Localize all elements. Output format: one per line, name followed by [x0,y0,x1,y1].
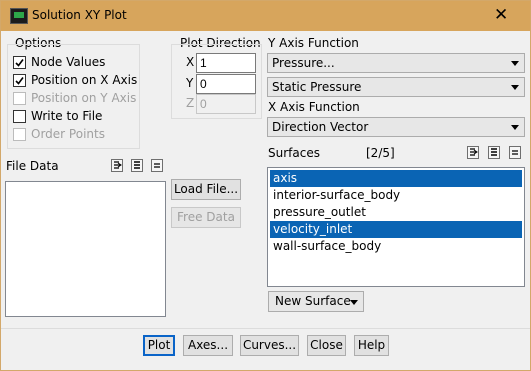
surface-item-interior-surface-body[interactable]: interior-surface_body [270,187,522,204]
z-direction-label: Z [186,96,195,110]
free-data-button: Free Data [171,207,241,228]
load-file-button[interactable]: Load File... [171,179,241,200]
node-values-label: Node Values [31,55,106,69]
write-to-file-checkbox[interactable] [13,110,26,123]
plot-button[interactable]: Plot [143,335,175,356]
x-axis-function-value: Direction Vector [272,120,369,134]
file-data-list[interactable] [5,181,166,317]
chevron-down-icon [511,125,519,130]
select-all-icon[interactable] [467,146,479,159]
window-title: Solution XY Plot [32,8,127,22]
surface-item-pressure-outlet[interactable]: pressure_outlet [270,204,522,221]
chevron-down-icon [511,61,519,66]
order-points-checkbox [13,128,26,141]
new-surface-menu-button[interactable]: New Surface [268,291,364,312]
list-icon[interactable] [131,159,143,172]
y-direction-input[interactable] [196,74,256,94]
surfaces-list[interactable]: axis interior-surface_body pressure_outl… [267,167,525,287]
curves-button[interactable]: Curves... [240,335,299,356]
file-data-label: File Data [6,159,59,173]
x-direction-input[interactable] [196,53,256,73]
surface-item-wall-surface-body[interactable]: wall-surface_body [270,238,522,255]
close-button[interactable]: Close [307,335,346,356]
y-direction-label: Y [186,76,194,90]
select-all-icon[interactable] [111,159,123,172]
position-on-x-axis-checkbox[interactable] [13,74,26,87]
chevron-down-icon [511,85,519,90]
y-axis-function-label: Y Axis Function [268,36,359,50]
deselect-icon[interactable] [509,146,521,159]
position-on-y-axis-checkbox [13,92,26,105]
title-bar[interactable]: Solution XY Plot ✕ [1,1,530,31]
order-points-label: Order Points [31,127,105,141]
surface-item-velocity-inlet[interactable]: velocity_inlet [270,221,522,238]
list-icon[interactable] [488,146,500,159]
node-values-checkbox[interactable] [13,56,26,69]
x-direction-label: X [186,55,195,69]
position-on-x-axis-label: Position on X Axis [31,73,138,87]
z-direction-input [196,94,256,114]
checkmark-icon [15,59,24,67]
x-axis-function-label: X Axis Function [268,100,360,114]
deselect-icon[interactable] [151,159,163,172]
close-icon[interactable]: ✕ [494,7,508,24]
y-axis-category-dropdown[interactable]: Pressure... [267,53,525,73]
divider [1,328,530,329]
position-on-y-axis-label: Position on Y Axis [31,91,137,105]
surfaces-count: [2/5] [366,146,395,160]
new-surface-label: New Surface [275,294,351,308]
help-button[interactable]: Help [354,335,389,356]
fluent-app-icon [10,8,28,24]
axes-button[interactable]: Axes... [183,335,233,356]
y-axis-quantity-dropdown[interactable]: Static Pressure [267,77,525,97]
solution-xy-plot-dialog: Solution XY Plot ✕ Options Node Values P… [0,0,531,371]
surface-item-axis[interactable]: axis [270,170,522,187]
chevron-down-icon [350,300,358,305]
surfaces-label: Surfaces [268,146,320,160]
write-to-file-label: Write to File [31,109,103,123]
y-axis-category-value: Pressure... [272,56,335,70]
checkmark-icon [15,77,24,85]
y-axis-quantity-value: Static Pressure [272,80,362,94]
x-axis-function-dropdown[interactable]: Direction Vector [267,117,525,137]
